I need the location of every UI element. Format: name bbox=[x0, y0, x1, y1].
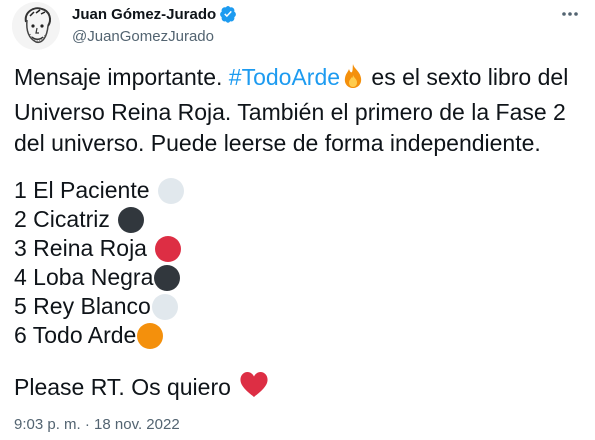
fire-emoji-icon bbox=[341, 63, 365, 97]
more-options-icon[interactable] bbox=[556, 2, 584, 26]
tweet: Juan Gómez-Jurado @JuanGomezJurado Mensa… bbox=[0, 0, 595, 440]
tweet-timestamp[interactable]: 9:03 p. m. · 18 nov. 2022 bbox=[14, 416, 180, 433]
white-circle-emoji-icon bbox=[151, 293, 178, 320]
book-list-item: 3 Reina Roja bbox=[14, 234, 184, 263]
book-label: 2 Cicatriz bbox=[14, 206, 110, 232]
book-list-item: 2 Cicatriz bbox=[14, 205, 184, 234]
tweet-line-1: Mensaje importante. #TodoArde es el sext… bbox=[14, 62, 584, 97]
book-list: 1 El Paciente 2 Cicatriz 3 Reina Roja 4 … bbox=[14, 176, 184, 350]
intro-text-start: Mensaje importante. bbox=[14, 64, 229, 90]
book-label: 5 Rey Blanco bbox=[14, 293, 151, 319]
avatar[interactable] bbox=[12, 2, 60, 50]
tweet-text-intro: Mensaje importante. #TodoArde es el sext… bbox=[14, 62, 584, 159]
author-display-name[interactable]: Juan Gómez-Jurado bbox=[72, 6, 216, 23]
tweet-closing-line: Please RT. Os quiero bbox=[14, 371, 269, 404]
avatar-illustration bbox=[12, 2, 60, 50]
black-circle-emoji-icon bbox=[117, 206, 144, 233]
red-heart-emoji-icon bbox=[239, 371, 269, 404]
book-list-item: 6 Todo Arde bbox=[14, 321, 184, 350]
book-list-item: 1 El Paciente bbox=[14, 176, 184, 205]
book-label: 4 Loba Negra bbox=[14, 264, 154, 290]
author-block: Juan Gómez-Jurado @JuanGomezJurado bbox=[72, 4, 237, 45]
book-list-item: 4 Loba Negra bbox=[14, 263, 184, 292]
tweet-line-3: del universo. Puede leerse de forma inde… bbox=[14, 130, 541, 156]
book-label: 1 El Paciente bbox=[14, 177, 150, 203]
verified-badge-icon bbox=[219, 5, 237, 23]
red-circle-emoji-icon bbox=[154, 235, 181, 262]
author-name-row: Juan Gómez-Jurado bbox=[72, 4, 237, 24]
white-circle-emoji-icon bbox=[157, 177, 184, 204]
tweet-line-2: Universo Reina Roja. También el primero … bbox=[14, 99, 566, 125]
closing-text: Please RT. Os quiero bbox=[14, 374, 231, 400]
book-label: 6 Todo Arde bbox=[14, 322, 137, 348]
black-circle-emoji-icon bbox=[154, 264, 181, 291]
author-handle[interactable]: @JuanGomezJurado bbox=[72, 28, 237, 45]
hashtag-link[interactable]: #TodoArde bbox=[229, 64, 340, 90]
orange-circle-emoji-icon bbox=[137, 322, 164, 349]
intro-text-end: es el sexto libro del bbox=[365, 64, 569, 90]
book-list-item: 5 Rey Blanco bbox=[14, 292, 184, 321]
book-label: 3 Reina Roja bbox=[14, 235, 147, 261]
